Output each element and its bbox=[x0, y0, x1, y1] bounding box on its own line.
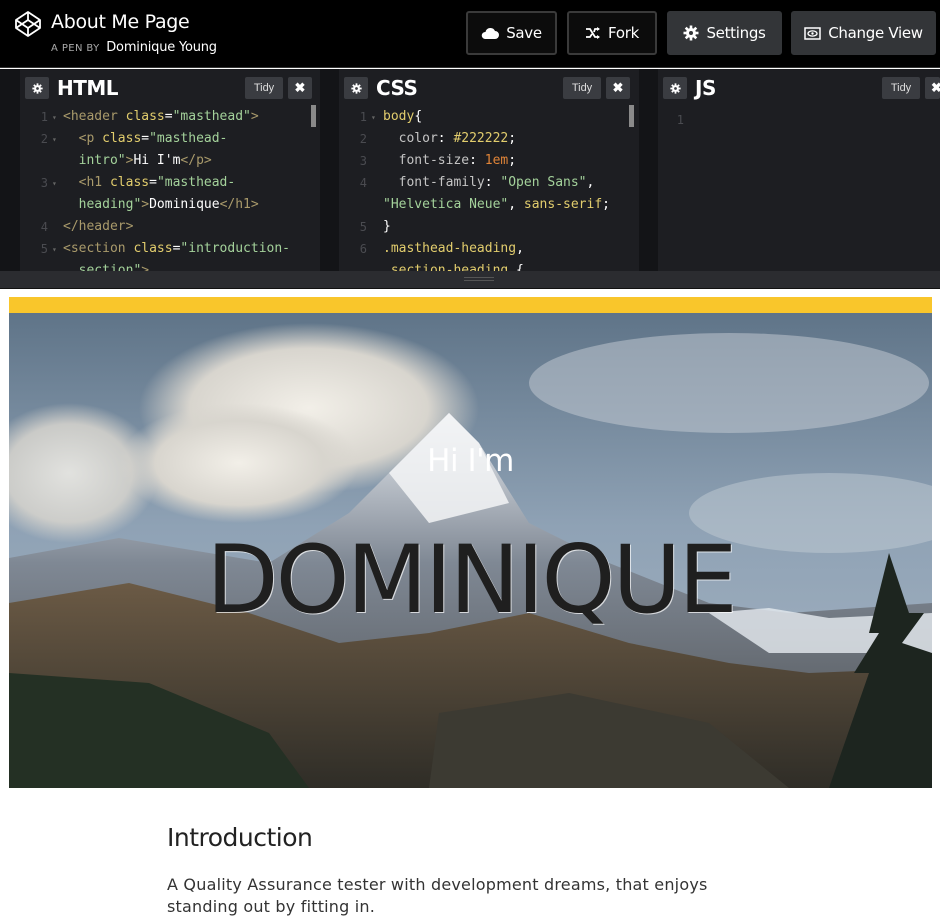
html-editor-header: HTML Tidy ✖ bbox=[20, 69, 320, 105]
line-number: 5 bbox=[40, 242, 48, 256]
js-close-button[interactable]: ✖ bbox=[925, 77, 940, 99]
pen-header: About Me Page A PEN BY Dominique Young S… bbox=[0, 0, 940, 68]
pen-title[interactable]: About Me Page bbox=[51, 11, 190, 33]
code-line: body{ bbox=[383, 109, 423, 124]
code-line: <header class="masthead"> bbox=[63, 109, 259, 124]
author-link[interactable]: Dominique Young bbox=[106, 40, 217, 55]
line-number: 4 bbox=[359, 176, 367, 190]
gear-icon bbox=[683, 25, 699, 41]
editor-area: HTML Tidy ✖ 1 ▾ <header class="masthead"> 2… bbox=[0, 69, 940, 271]
html-editor: HTML Tidy ✖ 1 ▾ <header class="masthead"> 2… bbox=[20, 69, 320, 271]
save-label: Save bbox=[506, 24, 542, 42]
html-code-area[interactable]: 1 ▾ <header class="masthead"> 2 ▾ <p class="… bbox=[20, 105, 320, 271]
css-editor: CSS Tidy ✖ 1 ▾ body{ 2 color: #222222; 3 fon… bbox=[339, 69, 639, 271]
css-tidy-button[interactable]: Tidy bbox=[563, 77, 601, 99]
js-settings-button[interactable] bbox=[663, 77, 687, 99]
code-line: </header> bbox=[63, 219, 134, 234]
js-editor-header: JS Tidy ✖ bbox=[658, 69, 940, 105]
fork-label: Fork bbox=[608, 24, 639, 42]
fold-arrow-icon[interactable]: ▾ bbox=[52, 245, 57, 254]
masthead-intro: Hi I'm bbox=[427, 443, 514, 479]
code-line: <h1 class="masthead- bbox=[78, 175, 236, 190]
fold-arrow-icon[interactable]: ▾ bbox=[371, 113, 376, 122]
line-number: 4 bbox=[40, 220, 48, 234]
masthead-heading: Dominique bbox=[206, 526, 737, 635]
panel-divider[interactable] bbox=[320, 69, 339, 271]
code-line: <p class="masthead- bbox=[78, 131, 228, 146]
panel-divider[interactable] bbox=[639, 69, 658, 271]
line-number: 2 bbox=[40, 132, 48, 146]
css-scrollbar[interactable] bbox=[629, 105, 634, 127]
settings-label: Settings bbox=[706, 24, 766, 42]
gear-icon bbox=[31, 82, 43, 94]
html-scrollbar[interactable] bbox=[311, 105, 316, 127]
fork-icon bbox=[586, 27, 601, 39]
editor-left-gutter bbox=[0, 69, 20, 271]
gear-icon bbox=[669, 82, 681, 94]
line-number: 3 bbox=[359, 154, 367, 168]
css-editor-title: CSS bbox=[376, 76, 418, 100]
css-code-area[interactable]: 1 ▾ body{ 2 color: #222222; 3 font-size: 1em… bbox=[339, 105, 639, 271]
section-heading: Introduction bbox=[167, 823, 313, 852]
line-number: 3 bbox=[40, 176, 48, 190]
fold-arrow-icon[interactable]: ▾ bbox=[52, 179, 57, 188]
line-number: 6 bbox=[359, 242, 367, 256]
html-editor-title: HTML bbox=[57, 76, 119, 100]
css-editor-header: CSS Tidy ✖ bbox=[339, 69, 639, 105]
code-line: font-size: 1em; bbox=[398, 153, 517, 168]
section-paragraph: A Quality Assurance tester with developm… bbox=[167, 875, 708, 916]
change-view-button[interactable]: Change View bbox=[791, 11, 936, 55]
accent-bar bbox=[9, 297, 932, 313]
cloud-icon bbox=[481, 27, 500, 39]
line-number: 2 bbox=[359, 132, 367, 146]
masthead: Hi I'm Dominique bbox=[9, 313, 932, 788]
gear-icon bbox=[350, 82, 362, 94]
code-line: .section-heading { bbox=[383, 263, 524, 271]
code-line: font-family: "Open Sans", bbox=[398, 175, 595, 190]
js-editor-title: JS bbox=[695, 76, 716, 100]
settings-button[interactable]: Settings bbox=[667, 11, 782, 55]
js-editor: JS Tidy ✖ 1 bbox=[658, 69, 940, 271]
fork-button[interactable]: Fork bbox=[567, 11, 657, 55]
fold-arrow-icon[interactable]: ▾ bbox=[52, 113, 57, 122]
code-line: color: #222222; bbox=[398, 131, 517, 146]
css-close-button[interactable]: ✖ bbox=[606, 77, 630, 99]
html-tidy-button[interactable]: Tidy bbox=[245, 77, 283, 99]
fold-arrow-icon[interactable]: ▾ bbox=[52, 135, 57, 144]
line-number: 1 bbox=[40, 110, 48, 124]
css-settings-button[interactable] bbox=[344, 77, 368, 99]
pen-byline: A PEN BY Dominique Young bbox=[51, 40, 217, 55]
by-label: A PEN BY bbox=[51, 43, 100, 54]
resize-grip-icon bbox=[464, 277, 494, 278]
view-icon bbox=[804, 26, 821, 40]
code-line: <section class="introduction- bbox=[63, 241, 290, 256]
html-close-button[interactable]: ✖ bbox=[288, 77, 312, 99]
code-line: intro">Hi I'm</p> bbox=[63, 153, 212, 168]
line-number: 5 bbox=[359, 220, 367, 234]
code-line: .masthead-heading, bbox=[383, 241, 524, 256]
code-line: "Helvetica Neue", sans-serif; bbox=[383, 197, 610, 212]
code-line: heading">Dominique</h1> bbox=[63, 197, 259, 212]
save-button[interactable]: Save bbox=[466, 11, 557, 55]
code-line: section"> bbox=[63, 263, 150, 271]
js-code-area[interactable]: 1 bbox=[658, 105, 940, 271]
change-view-label: Change View bbox=[828, 24, 923, 42]
code-line: } bbox=[383, 219, 391, 234]
resize-handle[interactable] bbox=[0, 271, 940, 289]
js-tidy-button[interactable]: Tidy bbox=[882, 77, 920, 99]
html-settings-button[interactable] bbox=[25, 77, 49, 99]
line-number: 1 bbox=[359, 110, 367, 124]
line-number: 1 bbox=[676, 113, 684, 127]
codepen-logo-icon[interactable] bbox=[14, 10, 42, 38]
preview-frame: Hi I'm Dominique Introduction A Quality … bbox=[0, 289, 940, 916]
